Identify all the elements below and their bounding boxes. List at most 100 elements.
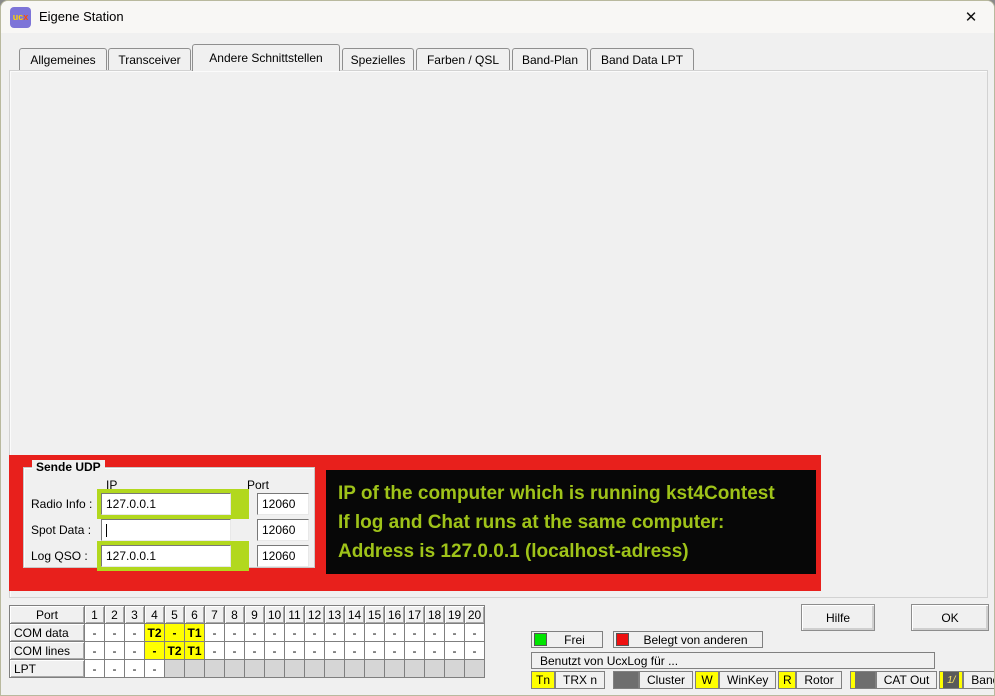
udp-port-spot-data[interactable]: 12060 xyxy=(257,519,309,541)
udp-col-port: Port xyxy=(247,478,269,492)
port-cell: - xyxy=(424,623,445,642)
titlebar: ucx Eigene Station ✕ xyxy=(1,1,994,33)
key-band: 1/ xyxy=(939,671,963,689)
port-cell: - xyxy=(464,641,485,660)
port-cell: - xyxy=(244,623,265,642)
port-cell: - xyxy=(124,623,145,642)
key-trx: Tn xyxy=(531,671,555,689)
ok-button[interactable]: OK xyxy=(911,604,989,631)
field-value: 127.0.0.1 xyxy=(106,549,156,563)
port-cell: - xyxy=(324,641,345,660)
field-value: 12060 xyxy=(262,497,295,511)
tab-allgemeines[interactable]: Allgemeines xyxy=(19,48,107,70)
port-cell: - xyxy=(144,641,165,660)
port-table-col: 17 xyxy=(404,605,425,624)
udp-port-log-qso[interactable]: 12060 xyxy=(257,545,309,567)
port-table-col: 20 xyxy=(464,605,485,624)
annotation-box: IP of the computer which is running kst4… xyxy=(326,470,816,574)
port-cell: - xyxy=(264,623,285,642)
port-cell: - xyxy=(304,623,325,642)
tab-band-data-lpt[interactable]: Band Data LPT xyxy=(590,48,694,70)
port-table-col: 9 xyxy=(244,605,265,624)
port-cell xyxy=(444,659,465,678)
legend-belegt-label: Belegt von anderen xyxy=(629,633,762,647)
port-cell xyxy=(344,659,365,678)
annotation-line: If log and Chat runs at the same compute… xyxy=(338,508,804,537)
key-cat-out xyxy=(850,671,876,689)
key-rotor: R xyxy=(778,671,796,689)
port-cell xyxy=(384,659,405,678)
port-cell xyxy=(424,659,445,678)
port-cell xyxy=(364,659,385,678)
key-rotor-label: Rotor xyxy=(796,671,841,689)
port-cell: - xyxy=(164,623,185,642)
key-winkey-label: WinKey xyxy=(719,671,776,689)
port-cell xyxy=(264,659,285,678)
port-cell: - xyxy=(84,641,105,660)
port-cell: - xyxy=(264,641,285,660)
port-cell xyxy=(204,659,225,678)
port-cell: - xyxy=(404,623,425,642)
port-cell: - xyxy=(324,623,345,642)
port-cell: - xyxy=(284,641,305,660)
port-cell: - xyxy=(424,641,445,660)
usage-legend-row: Tn TRX n Cluster W WinKey R Rotor CAT Ou… xyxy=(531,671,995,689)
port-cell: - xyxy=(224,623,245,642)
tab-band-plan[interactable]: Band-Plan xyxy=(512,48,588,70)
port-cell: - xyxy=(364,641,385,660)
port-cell: - xyxy=(364,623,385,642)
port-table-col: 2 xyxy=(104,605,125,624)
hilfe-button[interactable]: Hilfe xyxy=(801,604,875,631)
port-cell: - xyxy=(344,623,365,642)
port-table: Port1234567891011121314151617181920COM d… xyxy=(9,605,485,678)
port-table-col: 18 xyxy=(424,605,445,624)
port-cell: - xyxy=(464,623,485,642)
port-cell xyxy=(304,659,325,678)
app-icon-x: x xyxy=(23,13,28,22)
app-icon-text: uc xyxy=(13,13,24,22)
port-table-col: 13 xyxy=(324,605,345,624)
field-value: 127.0.0.1 xyxy=(106,497,156,511)
port-cell: T1 xyxy=(184,641,205,660)
text-caret xyxy=(106,524,107,537)
port-cell: - xyxy=(344,641,365,660)
port-cell: - xyxy=(104,641,125,660)
port-cell: - xyxy=(104,659,125,678)
close-icon[interactable]: ✕ xyxy=(948,1,994,33)
port-cell xyxy=(464,659,485,678)
port-cell: T1 xyxy=(184,623,205,642)
port-table-col: 12 xyxy=(304,605,325,624)
port-cell: - xyxy=(444,641,465,660)
tab-farben-qsl[interactable]: Farben / QSL xyxy=(416,48,510,70)
port-table-col: 16 xyxy=(384,605,405,624)
port-table-col: 11 xyxy=(284,605,305,624)
udp-ip-log-qso[interactable]: 127.0.0.1 xyxy=(101,545,231,567)
port-cell: - xyxy=(104,623,125,642)
annotation-line: IP of the computer which is running kst4… xyxy=(338,479,804,508)
port-cell: - xyxy=(444,623,465,642)
port-cell: - xyxy=(84,659,105,678)
port-cell xyxy=(184,659,205,678)
tab-andere-schnittstellen[interactable]: Andere Schnittstellen xyxy=(192,44,340,71)
udp-port-radio-info[interactable]: 12060 xyxy=(257,493,309,515)
udp-ip-radio-info[interactable]: 127.0.0.1 xyxy=(101,493,231,515)
legend-benutzt: Benutzt von UcxLog für ... xyxy=(531,652,935,669)
port-cell: T2 xyxy=(164,641,185,660)
busy-color-swatch xyxy=(616,633,629,646)
port-cell xyxy=(224,659,245,678)
legend-frei: Frei xyxy=(531,631,603,648)
port-table-row-label: LPT xyxy=(9,659,85,678)
port-cell: - xyxy=(404,641,425,660)
tab-transceiver[interactable]: Transceiver xyxy=(108,48,191,70)
app-icon: ucx xyxy=(10,7,31,28)
udp-ip-spot-data[interactable] xyxy=(101,519,231,541)
port-table-col: 14 xyxy=(344,605,365,624)
port-table-col: 3 xyxy=(124,605,145,624)
port-cell xyxy=(324,659,345,678)
port-table-col: 8 xyxy=(224,605,245,624)
tab-spezielles[interactable]: Spezielles xyxy=(342,48,414,70)
dialog-eigene-station: ucx Eigene Station ✕ Allgemeines Transce… xyxy=(0,0,995,696)
port-cell: - xyxy=(304,641,325,660)
field-value: 12060 xyxy=(262,549,295,563)
port-cell: - xyxy=(384,641,405,660)
